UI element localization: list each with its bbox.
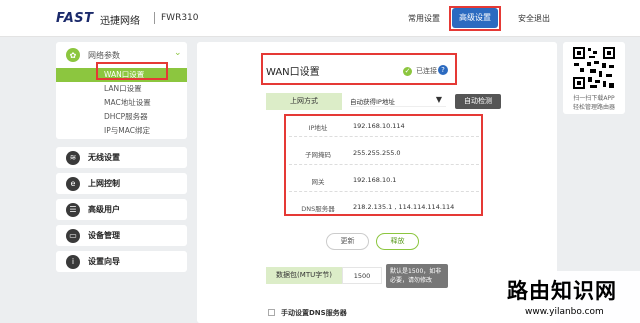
info-icon: i (66, 254, 80, 269)
sidebar-sub-lan[interactable]: LAN口设置 (56, 82, 187, 96)
watermark-title: 路由知识网 (507, 278, 617, 303)
nav-logout[interactable]: 安全退出 (518, 13, 550, 24)
gateway-value: 192.168.10.1 (353, 176, 397, 184)
release-button[interactable]: 释放 (376, 233, 419, 250)
sidebar-item-device-mgmt[interactable]: ▭ 设备管理 (56, 225, 187, 246)
qr-line1: 扫一扫下载APP (573, 95, 615, 102)
mtu-note-line2: 必要，请勿修改 (390, 277, 433, 284)
sidebar-item-advanced-user[interactable]: ☰ 高级用户 (56, 199, 187, 220)
highlight-title (261, 53, 457, 85)
ip-value: 192.168.10.114 (353, 122, 405, 130)
highlight-wan-item (96, 62, 168, 80)
sidebar-sub-dhcp[interactable]: DHCP服务器 (56, 110, 187, 124)
watermark-url: www.yilanbo.com (525, 307, 604, 317)
device-icon: ▭ (66, 228, 80, 243)
conn-type-value: 自动获得IP地址 (350, 98, 395, 106)
sidebar-item-advanced-user-label: 高级用户 (88, 205, 120, 214)
mask-label: 子网掩码 (305, 151, 331, 159)
sidebar-item-access-control[interactable]: e 上网控制 (56, 173, 187, 194)
sidebar-sub-mac[interactable]: MAC地址设置 (56, 96, 187, 110)
divider (289, 164, 479, 165)
sidebar-item-access-control-label: 上网控制 (88, 179, 120, 188)
wifi-icon: ≋ (66, 150, 80, 165)
manual-dns-label: 手动设置DNS服务器 (281, 309, 347, 317)
dns-label: DNS服务器 (301, 205, 335, 213)
manual-dns-checkbox[interactable] (268, 309, 275, 316)
user-icon: ☰ (66, 202, 80, 217)
mtu-tooltip: 默认是1500，如非 必要，请勿修改 (386, 264, 448, 288)
qr-card: 扫一扫下载APP 轻松管理路由器 (563, 42, 625, 114)
mtu-input[interactable]: 1500 (342, 267, 382, 284)
sidebar-item-setup-wizard-label: 设置向导 (88, 257, 120, 266)
nav-common-settings[interactable]: 常用设置 (408, 13, 440, 24)
watermark: 路由知识网 www.yilanbo.com (501, 271, 640, 323)
sidebar-network-params-label: 网络参数 (88, 50, 120, 60)
chevron-down-icon[interactable]: ⌄ (174, 48, 182, 58)
top-bar: FAST 迅捷网络 FWR310 常用设置 高级设置 安全退出 (0, 0, 640, 37)
dropdown-arrow-icon: ▼ (435, 95, 442, 104)
sidebar-sub-ipmac[interactable]: IP与MAC绑定 (56, 124, 187, 138)
mtu-label: 数据包(MTU字节) (266, 267, 342, 284)
mtu-note-line1: 默认是1500，如非 (390, 268, 442, 275)
header-divider (154, 12, 155, 24)
model-name: FWR310 (161, 13, 199, 23)
conn-type-label: 上网方式 (266, 93, 342, 110)
divider (289, 136, 479, 137)
sidebar-item-wireless-label: 无线设置 (88, 153, 120, 162)
sidebar-item-device-mgmt-label: 设备管理 (88, 231, 120, 240)
mask-value: 255.255.255.0 (353, 149, 401, 157)
gateway-label: 网关 (311, 178, 325, 186)
conn-type-select[interactable]: 自动获得IP地址 ▼ (350, 95, 446, 107)
highlight-advanced (449, 6, 501, 31)
globe-e-icon: e (66, 176, 80, 191)
sidebar-item-wireless[interactable]: ≋ 无线设置 (56, 147, 187, 168)
divider (289, 191, 479, 192)
ip-label: IP地址 (308, 124, 328, 132)
dns-value: 218.2.135.1 , 114.114.114.114 (353, 203, 455, 211)
auto-detect-button[interactable]: 自动检测 (455, 94, 501, 109)
sidebar-network-params: ✿ 网络参数 ⌄ WAN口设置 LAN口设置 MAC地址设置 DHCP服务器 I… (56, 42, 187, 139)
brand-name: 迅捷网络 (100, 16, 140, 27)
qr-code-icon (572, 46, 616, 90)
refresh-button[interactable]: 更新 (326, 233, 369, 250)
sidebar-item-setup-wizard[interactable]: i 设置向导 (56, 251, 187, 272)
brand-logo: FAST (56, 11, 94, 26)
globe-icon: ✿ (66, 48, 80, 62)
qr-line2: 轻松管理路由器 (572, 104, 615, 111)
